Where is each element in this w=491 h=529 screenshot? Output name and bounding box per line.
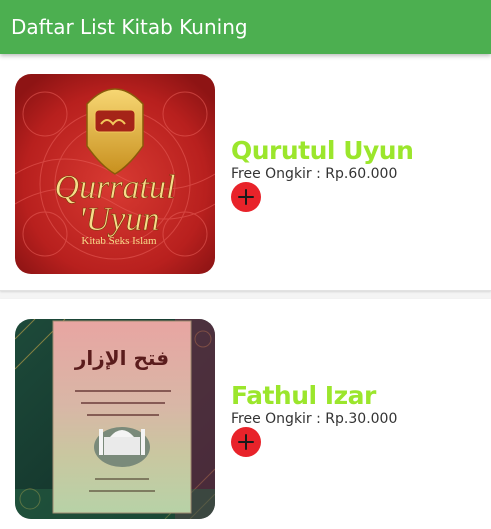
add-button[interactable] bbox=[231, 427, 261, 457]
cover-title-line2: 'Uyun bbox=[79, 201, 160, 238]
cover-subtitle: Kitab Seks Islam bbox=[81, 235, 157, 247]
book-list[interactable]: Qurratul 'Uyun Kitab Seks Islam Qurutul … bbox=[0, 54, 491, 529]
cover-arabic-title: فتح الإزار bbox=[74, 346, 169, 370]
cover-qurratul-uyun: Qurratul 'Uyun Kitab Seks Islam bbox=[15, 74, 215, 274]
book-price: Free Ongkir : Rp.60.000 bbox=[231, 166, 398, 182]
book-price: Free Ongkir : Rp.30.000 bbox=[231, 411, 398, 427]
book-cover-image[interactable]: فتح الإزار bbox=[15, 319, 215, 519]
book-title[interactable]: Fathul Izar bbox=[231, 381, 376, 410]
cover-fathul-izar: فتح الإزار bbox=[15, 319, 215, 519]
plus-icon bbox=[238, 189, 254, 205]
list-item[interactable]: فتح الإزار Fathul Izar Free Ongkir : Rp.… bbox=[0, 299, 491, 529]
list-item[interactable]: Qurratul 'Uyun Kitab Seks Islam Qurutul … bbox=[0, 54, 491, 291]
plus-icon bbox=[238, 434, 254, 450]
add-button[interactable] bbox=[231, 182, 261, 212]
app-bar: Daftar List Kitab Kuning bbox=[0, 0, 491, 54]
book-cover-image[interactable]: Qurratul 'Uyun Kitab Seks Islam bbox=[15, 74, 215, 274]
book-title[interactable]: Qurutul Uyun bbox=[231, 136, 414, 165]
page-title: Daftar List Kitab Kuning bbox=[11, 15, 248, 39]
